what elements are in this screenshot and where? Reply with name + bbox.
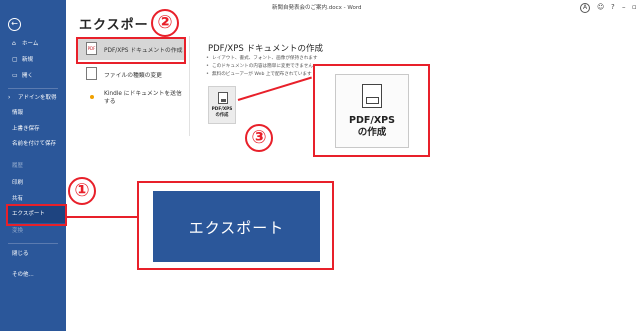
sidebar-item-save[interactable]: 上書き保存 (0, 126, 66, 133)
enlarged-export-item: エクスポート (153, 191, 320, 262)
feedback-icon[interactable]: ☺ (597, 3, 604, 11)
document-title: 新聞自発表会のご案内.docx - Word (272, 5, 362, 11)
create-label-line1: PDF/XPS (211, 107, 233, 112)
sidebar-item-label: 新規 (22, 57, 34, 63)
sidebar-item-label: ホーム (22, 41, 39, 47)
export-option-send-to-kindle[interactable]: Kindle にドキュメントを送信する (76, 88, 186, 120)
export-highlight-box (6, 204, 67, 226)
sidebar-divider (8, 243, 58, 244)
document-icon (362, 84, 382, 108)
enlarged-label-line1: PDF/XPS (349, 115, 395, 126)
restore-button[interactable]: ▫ (632, 3, 637, 11)
sidebar-divider (8, 88, 58, 89)
kindle-icon (90, 95, 94, 99)
enlarged-create-label: PDF/XPS の作成 (336, 115, 408, 139)
sidebar-item-new[interactable]: ▢ 新規 (0, 56, 66, 64)
sidebar-item-info[interactable]: 情報 (0, 110, 66, 117)
bullet-item: 無料のビューアーが Web 上で配布されています (206, 71, 312, 77)
sidebar-item-close[interactable]: 閉じる (0, 251, 66, 258)
bullet-item: このドキュメントの内容は簡単に変更できません (206, 63, 313, 69)
create-label-line2: の作成 (215, 112, 229, 118)
sidebar-item-share[interactable]: 共有 (0, 196, 66, 203)
sidebar-item-history[interactable]: 履歴 (0, 163, 66, 170)
callout-connector-line (237, 76, 312, 101)
export-option-label: ファイルの種類の変更 (104, 73, 162, 79)
home-icon: ⌂ (12, 40, 16, 47)
callout-pdf-xps: PDF/XPS の作成 (313, 64, 430, 157)
export-option-label: Kindle にドキュメントを送信する (104, 91, 182, 105)
file-type-icon (86, 67, 97, 80)
enlarged-export-label: エクスポート (188, 219, 285, 237)
pdf-option-highlight-box (76, 37, 186, 64)
sidebar-item-print[interactable]: 印刷 (0, 180, 66, 187)
avatar-icon[interactable]: A (580, 3, 590, 13)
create-pdf-xps-button[interactable]: PDF/XPS の作成 (208, 86, 236, 124)
column-divider (189, 36, 190, 136)
sidebar-item-more[interactable]: その他... (0, 272, 66, 279)
document-icon (218, 92, 228, 104)
callout-export: エクスポート (137, 181, 334, 270)
sidebar-item-home[interactable]: ⌂ ホーム (0, 40, 66, 48)
enlarged-create-pdf-button: PDF/XPS の作成 (335, 74, 409, 148)
bullet-item: レイアウト、書式、フォント、画像が保持されます (206, 55, 318, 61)
step-2-marker: ② (151, 9, 179, 37)
sidebar-item-save-as[interactable]: 名前を付けて保存 (0, 141, 56, 148)
minimize-button[interactable]: – (622, 3, 626, 11)
sidebar-item-label: 開く (22, 73, 34, 79)
folder-icon: ▭ (12, 72, 18, 79)
back-arrow-icon[interactable]: ← (8, 18, 21, 31)
sidebar-item-get-addins[interactable]: › アドインを取得 (0, 94, 66, 102)
chevron-icon: › (8, 94, 11, 101)
pdf-section-heading: PDF/XPS ドキュメントの作成 (208, 44, 323, 54)
sidebar-item-label: アドインを取得 (18, 95, 57, 101)
backstage-sidebar: ← ⌂ ホーム ▢ 新規 ▭ 開く › アドインを取得 情報 上書き保存 名前を付けて保… (0, 0, 66, 331)
sidebar-item-transform[interactable]: 変換 (0, 228, 66, 235)
export-option-change-file-type[interactable]: ファイルの種類の変更 (76, 63, 186, 85)
step-1-marker: ① (68, 177, 96, 205)
new-document-icon: ▢ (12, 56, 18, 63)
step-3-marker: ③ (245, 124, 273, 152)
callout-connector-line (66, 216, 139, 218)
enlarged-label-line2: の作成 (357, 127, 387, 138)
sidebar-item-open[interactable]: ▭ 開く (0, 72, 66, 80)
help-icon[interactable]: ? (611, 3, 615, 11)
create-pdf-xps-label: PDF/XPS の作成 (209, 107, 235, 118)
